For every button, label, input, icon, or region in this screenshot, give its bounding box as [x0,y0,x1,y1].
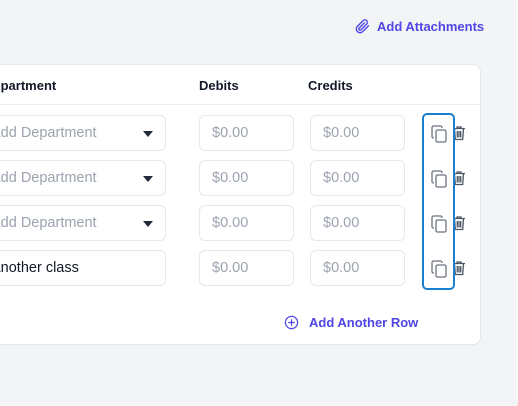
trash-icon[interactable] [452,215,466,231]
header-divider [0,104,481,105]
department-input[interactable]: Another class [0,250,166,286]
department-select[interactable]: Add Department [0,160,166,196]
debit-input-placeholder: $0.00 [212,260,249,276]
trash-icon[interactable] [452,125,466,141]
debits-column-header: Debits [199,78,239,93]
copy-icon[interactable] [431,170,447,188]
debit-input-placeholder: $0.00 [212,125,249,141]
copy-icon[interactable] [431,125,447,143]
debit-input-placeholder: $0.00 [212,215,249,231]
table-row: Another class $0.00 $0.00 [0,250,518,286]
department-select[interactable]: Add Department [0,115,166,151]
copy-icon[interactable] [431,215,447,233]
department-select-value: Add Department [0,170,97,186]
add-another-row-button[interactable]: Add Another Row [284,312,418,332]
plus-circle-icon [284,315,299,330]
credit-input[interactable]: $0.00 [310,250,405,286]
credit-input[interactable]: $0.00 [310,205,405,241]
credit-input[interactable]: $0.00 [310,160,405,196]
department-input-value: Another class [0,260,79,276]
table-row: Add Department $0.00 $0.00 [0,160,518,196]
credit-input[interactable]: $0.00 [310,115,405,151]
credit-input-placeholder: $0.00 [323,170,360,186]
table-row: Add Department $0.00 $0.00 [0,115,518,151]
department-select[interactable]: Add Department [0,205,166,241]
add-attachments-label: Add Attachments [377,18,485,34]
department-column-header: Department [0,78,57,93]
credit-input-placeholder: $0.00 [323,125,360,141]
caret-down-icon [143,176,153,182]
credit-input-placeholder: $0.00 [323,260,360,276]
debit-input[interactable]: $0.00 [199,205,294,241]
department-select-value: Add Department [0,125,97,141]
caret-down-icon [143,221,153,227]
add-another-row-label: Add Another Row [309,314,419,330]
debit-input[interactable]: $0.00 [199,160,294,196]
debit-input-placeholder: $0.00 [212,170,249,186]
add-attachments-link[interactable]: Add Attachments [355,16,484,36]
debit-input[interactable]: $0.00 [199,115,294,151]
trash-icon[interactable] [452,170,466,186]
debit-input[interactable]: $0.00 [199,250,294,286]
copy-icon[interactable] [431,260,447,278]
table-row: Add Department $0.00 $0.00 [0,205,518,241]
trash-icon[interactable] [452,260,466,276]
credits-column-header: Credits [308,78,353,93]
caret-down-icon [143,131,153,137]
department-select-value: Add Department [0,215,97,231]
paperclip-icon [355,18,370,34]
credit-input-placeholder: $0.00 [323,215,360,231]
